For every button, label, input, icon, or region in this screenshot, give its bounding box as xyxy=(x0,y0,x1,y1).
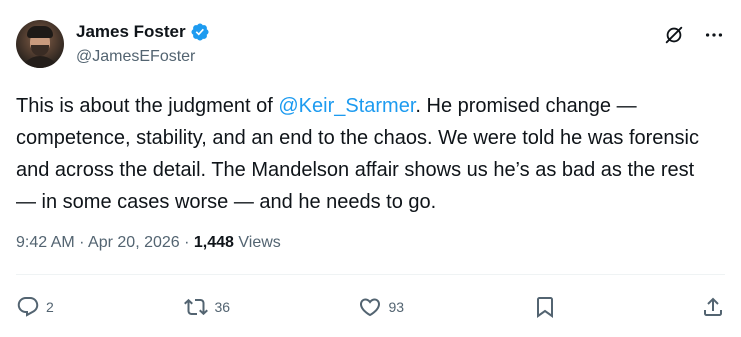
tweet-text-before: This is about the judgment of xyxy=(16,95,279,117)
divider xyxy=(16,274,725,275)
grok-icon[interactable] xyxy=(663,24,685,46)
author-display-name[interactable]: James Foster xyxy=(76,21,186,43)
verified-badge-icon[interactable] xyxy=(190,22,210,42)
share-icon xyxy=(703,297,722,316)
meta-separator: · xyxy=(74,234,89,251)
tweet-header: James Foster @JamesEFoster xyxy=(16,20,210,68)
heart-icon xyxy=(360,298,381,317)
repost-count: 36 xyxy=(214,299,231,315)
tweet-card: James Foster @JamesEFoster This is about… xyxy=(0,0,741,337)
like-button[interactable]: 93 xyxy=(358,295,404,319)
repost-icon xyxy=(184,298,209,316)
meta-separator: · xyxy=(179,234,194,251)
tweet-meta: 9:42 AM · Apr 20, 2026 · 1,448 Views xyxy=(16,232,281,254)
repost-button[interactable]: 36 xyxy=(184,295,230,319)
author-names: James Foster @JamesEFoster xyxy=(76,21,210,67)
reply-button[interactable]: 2 xyxy=(16,295,56,319)
tweet-text: This is about the judgment of @Keir_Star… xyxy=(16,90,716,218)
tweet-time[interactable]: 9:42 AM xyxy=(16,234,75,251)
avatar[interactable] xyxy=(16,20,64,68)
bookmark-icon xyxy=(536,297,553,318)
like-count: 93 xyxy=(388,299,405,315)
bookmark-button[interactable] xyxy=(533,295,573,319)
mention-link[interactable]: @Keir_Starmer xyxy=(278,95,415,117)
author-handle[interactable]: @JamesEFoster xyxy=(76,47,210,67)
views-label: Views xyxy=(233,234,281,251)
more-icon[interactable] xyxy=(703,24,725,46)
tweet-date[interactable]: Apr 20, 2026 xyxy=(88,234,180,251)
share-button[interactable] xyxy=(701,295,725,319)
tweet-top-actions xyxy=(663,24,725,46)
tweet-actions-bar: 2 36 93 xyxy=(16,292,725,322)
views-count: 1,448 xyxy=(193,234,234,251)
reply-icon xyxy=(17,297,39,317)
reply-count: 2 xyxy=(46,299,54,315)
